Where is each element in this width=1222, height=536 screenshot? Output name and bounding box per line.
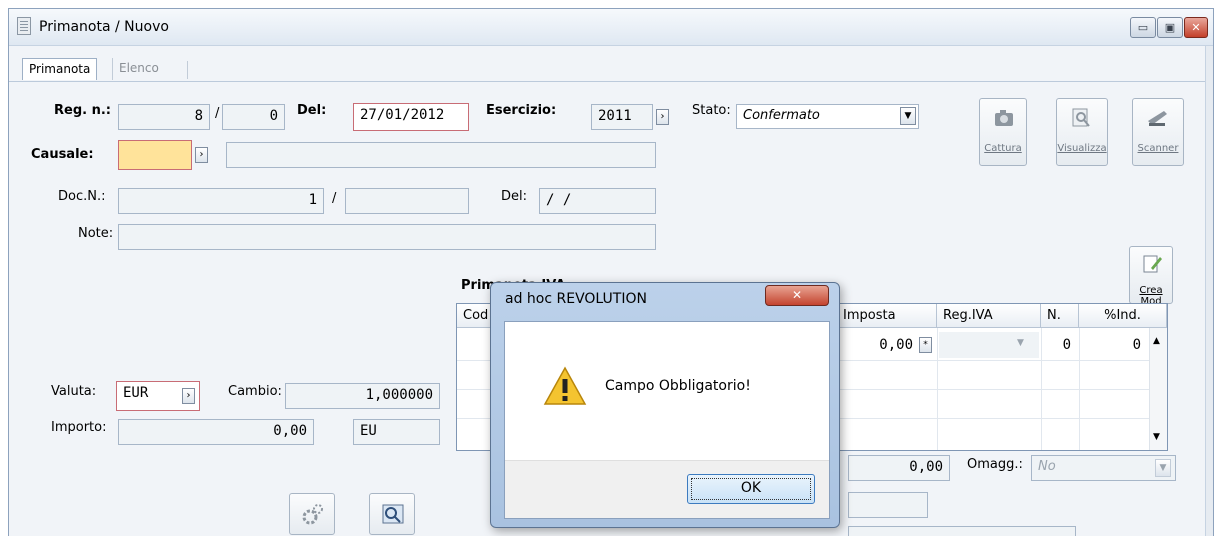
settings-button[interactable] <box>289 493 335 535</box>
valuta-label: Valuta: <box>51 384 97 399</box>
close-button[interactable]: ✕ <box>1184 17 1208 38</box>
omagg-label: Omagg.: <box>967 457 1023 472</box>
importo-label: Importo: <box>51 420 107 435</box>
doc-date-field[interactable]: / / <box>539 188 656 214</box>
scroll-down-icon[interactable]: ▼ <box>1153 432 1160 442</box>
visualizza-button[interactable]: Visualizza <box>1056 98 1108 166</box>
reg-label: Reg. n.: <box>54 103 111 118</box>
stato-label: Stato: <box>692 103 731 118</box>
causale-description-field <box>226 142 656 168</box>
col-header-imposta[interactable]: Imposta <box>837 304 937 328</box>
grid-col-line <box>1041 328 1042 450</box>
asterisk-button[interactable]: * <box>919 337 932 353</box>
tab-divider <box>187 61 188 79</box>
docn-field[interactable]: 1 <box>118 188 324 214</box>
tab-strip: Primanota Elenco <box>9 46 1213 82</box>
col-header-n[interactable]: N. <box>1041 304 1079 328</box>
crea-mod-button[interactable]: Crea Mod <box>1129 246 1173 307</box>
importo-unit-field: EU <box>353 419 440 445</box>
doc-date-label: Del: <box>501 189 527 204</box>
date-field[interactable]: 27/01/2012 <box>353 103 469 131</box>
edit-document-icon <box>1143 255 1162 273</box>
grid-col-line <box>937 328 938 450</box>
tab-elenco[interactable]: Elenco <box>112 58 165 80</box>
iva-extra-field <box>848 492 928 518</box>
scroll-up-icon[interactable]: ▲ <box>1153 336 1160 346</box>
imposta-cell[interactable]: 0,00 <box>847 337 913 353</box>
title-bar: Primanota / Nuovo ▭ ▣ ✕ <box>9 9 1213 46</box>
scanner-button[interactable]: Scanner <box>1132 98 1184 166</box>
note-label: Note: <box>78 226 114 241</box>
magnifier-icon <box>1072 108 1090 127</box>
chevron-down-icon[interactable]: ▼ <box>1155 459 1171 477</box>
camera-icon <box>995 110 1013 126</box>
iva-extra-field-2 <box>848 526 1076 536</box>
dialog-footer: OK <box>505 460 829 518</box>
esercizio-label: Esercizio: <box>486 103 557 118</box>
scanner-icon <box>1148 111 1167 126</box>
alert-dialog: ad hoc REVOLUTION ✕ Campo Obbligatorio! … <box>490 282 840 528</box>
causale-field[interactable] <box>118 140 192 170</box>
dialog-close-button[interactable]: ✕ <box>765 285 829 306</box>
gear-icon <box>302 504 323 525</box>
n-cell[interactable]: 0 <box>1047 337 1071 353</box>
reg-iva-select[interactable] <box>939 332 1039 358</box>
search-button[interactable] <box>369 493 415 535</box>
del-label: Del: <box>297 103 327 118</box>
chevron-down-icon[interactable]: ▼ <box>900 107 916 125</box>
reg-number-field[interactable]: 8 <box>118 104 210 130</box>
window-title: Primanota / Nuovo <box>39 19 169 35</box>
docn-separator: / <box>332 191 337 206</box>
chevron-down-icon[interactable]: ▼ <box>1017 338 1024 348</box>
valuta-zoom-button[interactable]: › <box>182 388 195 404</box>
importo-field[interactable]: 0,00 <box>118 419 314 445</box>
search-icon <box>382 504 404 524</box>
reg-sub-field[interactable]: 0 <box>222 104 285 130</box>
esercizio-zoom-button[interactable]: › <box>656 109 669 125</box>
esercizio-field[interactable]: 2011 <box>591 104 653 130</box>
grid-col-line <box>1079 328 1080 450</box>
cattura-button[interactable]: Cattura <box>979 98 1027 166</box>
dialog-body: Campo Obbligatorio! OK <box>504 321 830 519</box>
col-header-reg-iva[interactable]: Reg.IVA <box>937 304 1041 328</box>
minimize-button[interactable]: ▭ <box>1130 17 1156 38</box>
window-scrollbar[interactable] <box>1205 46 1213 536</box>
dialog-message: Campo Obbligatorio! <box>605 378 751 394</box>
docn-extra-field[interactable] <box>345 188 469 214</box>
total-field: 0,00 <box>848 455 950 481</box>
maximize-button[interactable]: ▣ <box>1157 17 1183 38</box>
dialog-title: ad hoc REVOLUTION <box>505 291 647 307</box>
cambio-label: Cambio: <box>228 384 282 399</box>
document-icon <box>17 17 31 35</box>
tab-primanota[interactable]: Primanota <box>22 58 98 80</box>
causale-label: Causale: <box>31 147 94 162</box>
col-header-ind[interactable]: %Ind. <box>1079 304 1167 328</box>
causale-zoom-button[interactable]: › <box>195 147 208 163</box>
docn-label: Doc.N.: <box>58 189 106 204</box>
reg-separator: / <box>215 106 220 121</box>
cambio-field[interactable]: 1,000000 <box>285 383 440 409</box>
stato-select[interactable]: Confermato <box>736 104 919 129</box>
ok-button[interactable]: OK <box>687 474 815 504</box>
note-field[interactable] <box>118 224 656 250</box>
warning-icon <box>543 366 587 405</box>
ind-cell[interactable]: 0 <box>1083 337 1141 353</box>
